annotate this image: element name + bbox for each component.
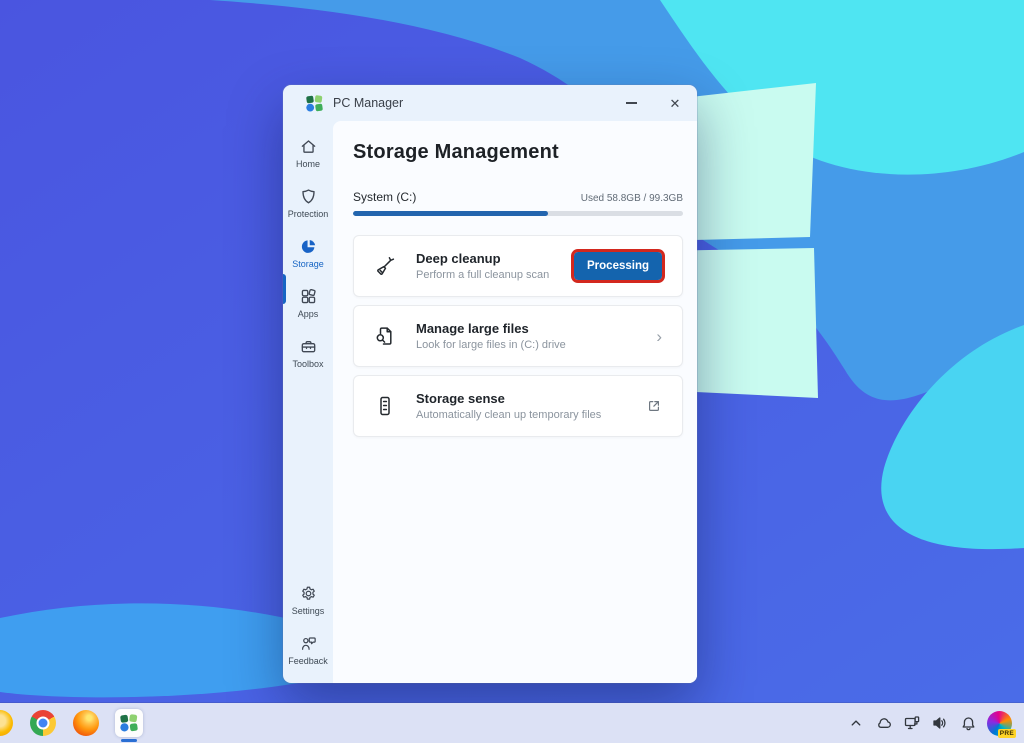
notifications-bell-icon[interactable] (959, 714, 977, 732)
sidebar-item-feedback[interactable]: Feedback (283, 634, 333, 672)
apps-grid-icon (299, 287, 318, 306)
storage-drive-icon (373, 394, 397, 418)
firefox-icon (73, 710, 99, 736)
sidebar-item-toolbox[interactable]: Toolbox (283, 337, 333, 375)
pc-manager-window: PC Manager ✕ Home (283, 85, 697, 683)
broom-icon (373, 254, 397, 278)
card-title: Manage large files (416, 321, 566, 336)
storage-cards: Deep cleanup Perform a full cleanup scan… (353, 235, 683, 437)
card-subtitle: Look for large files in (C:) drive (416, 339, 566, 351)
disk-usage-row: System (C:) Used 58.8GB / 99.3GB (353, 190, 683, 204)
file-search-icon (373, 324, 397, 348)
sidebar-item-apps[interactable]: Apps (283, 287, 333, 325)
sidebar-item-home[interactable]: Home (283, 137, 333, 175)
volume-icon[interactable] (931, 714, 949, 732)
sidebar-item-label: Protection (288, 209, 329, 219)
taskbar-app-chrome-gold[interactable] (0, 709, 14, 737)
toolbox-icon (299, 337, 318, 356)
card-subtitle: Automatically clean up temporary files (416, 409, 601, 421)
card-title: Storage sense (416, 391, 601, 406)
sidebar-item-storage[interactable]: Storage (283, 237, 333, 275)
sidebar-item-label: Storage (292, 259, 324, 269)
shield-icon (299, 187, 318, 206)
pc-manager-icon (120, 714, 138, 732)
card-storage-sense[interactable]: Storage sense Automatically clean up tem… (353, 375, 683, 437)
chrome-icon (30, 710, 56, 736)
sidebar-item-label: Apps (298, 309, 319, 319)
sidebar-item-label: Feedback (288, 656, 328, 666)
sidebar-footer: Settings Feedback (283, 584, 333, 672)
taskbar-app-pc-manager[interactable] (115, 709, 143, 737)
window-title: PC Manager (333, 96, 403, 110)
close-icon: ✕ (670, 97, 681, 110)
processing-button[interactable]: Processing (574, 252, 662, 280)
gear-icon (299, 584, 318, 603)
copilot-icon[interactable]: PRE (987, 711, 1012, 736)
page-title: Storage Management (353, 141, 683, 164)
window-titlebar[interactable]: PC Manager ✕ (283, 85, 697, 121)
card-deep-cleanup: Deep cleanup Perform a full cleanup scan… (353, 235, 683, 297)
card-subtitle: Perform a full cleanup scan (416, 269, 549, 281)
feedback-icon (299, 634, 318, 653)
minimize-button[interactable] (609, 85, 653, 121)
taskbar-app-icons (0, 709, 143, 737)
card-manage-large-files[interactable]: Manage large files Look for large files … (353, 305, 683, 367)
sidebar-item-label: Toolbox (292, 359, 323, 369)
sidebar-item-settings[interactable]: Settings (283, 584, 333, 622)
taskbar-app-chrome[interactable] (29, 709, 57, 737)
system-tray: PRE (847, 711, 1024, 736)
sidebar-item-label: Settings (292, 606, 325, 616)
disk-usage-bar (353, 211, 683, 216)
network-icon[interactable] (903, 714, 921, 732)
disk-usage-fill (353, 211, 548, 216)
onedrive-cloud-icon[interactable] (875, 714, 893, 732)
active-nav-indicator (283, 274, 286, 304)
storage-management-panel: Storage Management System (C:) Used 58.8… (333, 121, 697, 683)
hidden-icons-chevron-icon[interactable] (847, 714, 865, 732)
copilot-pre-badge: PRE (998, 729, 1016, 738)
disk-usage-text: Used 58.8GB / 99.3GB (581, 193, 683, 204)
taskbar: PRE (0, 703, 1024, 743)
minimize-icon (626, 102, 637, 103)
pie-chart-icon (299, 237, 318, 256)
disk-label: System (C:) (353, 190, 416, 204)
chrome-gold-icon (0, 710, 13, 736)
sidebar-item-label: Home (296, 159, 320, 169)
external-link-icon (646, 398, 662, 414)
sidebar-item-protection[interactable]: Protection (283, 187, 333, 225)
close-button[interactable]: ✕ (653, 85, 697, 121)
pc-manager-logo-icon (306, 95, 323, 112)
desktop-screen: PC Manager ✕ Home (0, 0, 1024, 743)
taskbar-app-firefox[interactable] (72, 709, 100, 737)
home-icon (299, 137, 318, 156)
sidebar-nav: Home Protection Storage (283, 121, 333, 683)
chevron-right-icon: › (656, 328, 662, 345)
card-title: Deep cleanup (416, 251, 549, 266)
